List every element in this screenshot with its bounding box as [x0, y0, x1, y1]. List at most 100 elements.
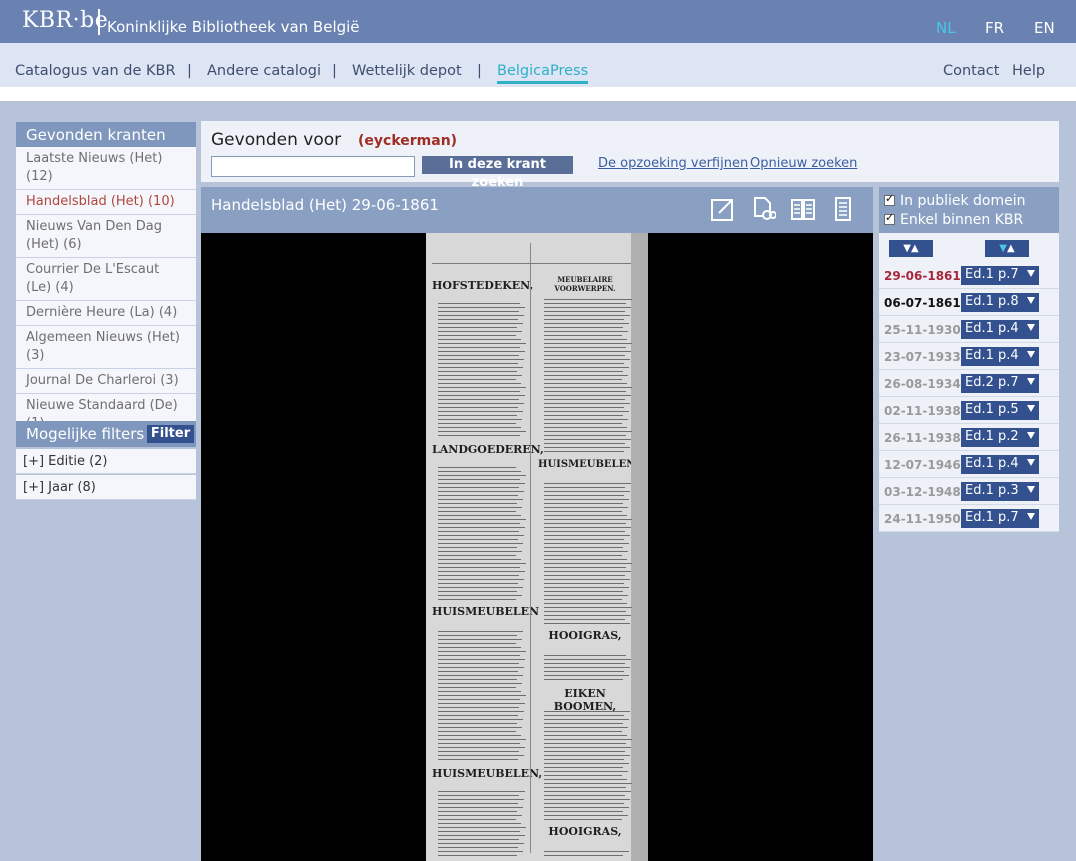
kbr-logo[interactable]: KBR·be: [22, 8, 108, 33]
text-line: [438, 303, 520, 304]
text-line: [438, 495, 518, 496]
text-line: [438, 343, 526, 344]
text-line: [544, 599, 622, 600]
text-line: [544, 343, 632, 344]
nav-andere-catalogi[interactable]: Andere catalogi: [207, 63, 321, 79]
text-line: [544, 331, 628, 332]
filter-button[interactable]: Filter: [147, 425, 194, 443]
date-link[interactable]: 02-11-1938: [884, 404, 961, 418]
edition-select[interactable]: Ed.1 p.2: [961, 428, 1039, 447]
chevron-down-icon: [1027, 405, 1035, 412]
lang-nl[interactable]: NL: [936, 19, 956, 37]
text-line: [544, 763, 629, 764]
text-line: [438, 331, 522, 332]
refine-search-link[interactable]: De opzoeking verfijnen: [598, 156, 748, 171]
date-row: 26-08-1934 Ed.2 p.7: [879, 370, 1059, 397]
page-heading: EIKEN BOOMEN,: [553, 687, 617, 713]
list-item[interactable]: Handelsblad (Het) (10): [16, 190, 196, 215]
newspaper-viewer[interactable]: HOFSTEDEKEN, LANDGOEDEREN, HUISMEUBELEN …: [201, 233, 873, 861]
text-line: [438, 831, 520, 832]
text-line: [544, 567, 626, 568]
chevron-down-icon: [1027, 513, 1035, 520]
text-line: [438, 631, 523, 632]
text-line: [438, 635, 517, 636]
text-line: [438, 687, 516, 688]
site-title: Koninklijke Bibliotheek van België: [107, 18, 360, 36]
edition-select[interactable]: Ed.1 p.3: [961, 482, 1039, 501]
text-line: [544, 495, 624, 496]
checkbox-icon[interactable]: [884, 192, 895, 206]
text-line: [438, 319, 518, 320]
search-in-paper-button[interactable]: In deze krant zoeken: [422, 156, 573, 190]
text-line: [438, 367, 523, 368]
checkbox-icon[interactable]: [884, 211, 895, 225]
date-link[interactable]: 25-11-1930: [884, 323, 961, 337]
date-link[interactable]: 26-11-1938: [884, 431, 961, 445]
list-item[interactable]: Courrier De L'Escaut (Le) (4): [16, 258, 196, 301]
date-link[interactable]: 06-07-1861: [884, 296, 961, 310]
edition-select[interactable]: Ed.1 p.5: [961, 401, 1039, 420]
text-line: [544, 383, 627, 384]
new-search-link[interactable]: Opnieuw zoeken: [750, 156, 857, 171]
sort-edition-button[interactable]: ▼▲: [985, 240, 1029, 257]
filter-editie[interactable]: [+] Editie (2): [16, 449, 196, 474]
date-link[interactable]: 23-07-1933: [884, 350, 961, 364]
book-icon[interactable]: [790, 196, 816, 222]
list-item[interactable]: Journal De Charleroi (3): [16, 369, 196, 394]
list-item[interactable]: Dernière Heure (La) (4): [16, 301, 196, 326]
date-link[interactable]: 26-08-1934: [884, 377, 961, 391]
clip-icon[interactable]: [750, 196, 776, 222]
lang-en[interactable]: EN: [1034, 19, 1055, 37]
edition-select[interactable]: Ed.1 p.8: [961, 293, 1039, 312]
date-link[interactable]: 12-07-1946: [884, 458, 961, 472]
list-item[interactable]: Laatste Nieuws (Het) (12): [16, 147, 196, 190]
edition-select[interactable]: Ed.1 p.7: [961, 266, 1039, 285]
date-link[interactable]: 03-12-1948: [884, 485, 961, 499]
text-line: [544, 307, 631, 308]
date-link[interactable]: 24-11-1950: [884, 512, 961, 526]
public-domain-option[interactable]: In publiek domein: [884, 192, 1026, 209]
sort-date-button[interactable]: ▼▲: [889, 240, 933, 257]
page-heading: HOOIGRAS,: [548, 825, 622, 838]
text-line: [438, 555, 516, 556]
edition-select[interactable]: Ed.1 p.4: [961, 320, 1039, 339]
text-icon[interactable]: [830, 196, 856, 222]
edition-select[interactable]: Ed.1 p.7: [961, 509, 1039, 528]
search-input[interactable]: [211, 156, 415, 177]
edition-select[interactable]: Ed.2 p.7: [961, 374, 1039, 393]
text-line: [438, 407, 518, 408]
text-line: [544, 791, 631, 792]
lang-fr[interactable]: FR: [985, 19, 1004, 37]
edition-select[interactable]: Ed.1 p.4: [961, 347, 1039, 366]
text-line: [438, 523, 520, 524]
nav-wettelijk-depot[interactable]: Wettelijk depot: [352, 63, 462, 79]
list-item[interactable]: Algemeen Nieuws (Het) (3): [16, 326, 196, 369]
text-line: [544, 439, 631, 440]
chevron-down-icon: [1027, 324, 1035, 331]
text-line: [438, 515, 521, 516]
nav-contact[interactable]: Contact: [943, 63, 999, 79]
text-line: [438, 751, 519, 752]
nav-belgicapress[interactable]: BelgicaPress: [497, 63, 589, 84]
text-line: [438, 395, 525, 396]
page-heading: HOFSTEDEKEN,: [432, 279, 534, 292]
edition-select[interactable]: Ed.1 p.4: [961, 455, 1039, 474]
filter-jaar[interactable]: [+] Jaar (8): [16, 475, 196, 500]
page-heading: HOOIGRAS,: [548, 629, 622, 642]
text-line: [544, 807, 629, 808]
expand-icon[interactable]: [710, 196, 736, 222]
text-line: [438, 375, 522, 376]
nav-help[interactable]: Help: [1012, 63, 1045, 79]
list-item[interactable]: Nieuws Van Den Dag (Het) (6): [16, 215, 196, 258]
kbr-only-option[interactable]: Enkel binnen KBR: [884, 211, 1023, 228]
text-line: [544, 851, 629, 852]
date-link[interactable]: 29-06-1861: [884, 269, 961, 283]
text-line: [544, 571, 631, 572]
text-line: [544, 335, 622, 336]
nav-catalogus[interactable]: Catalogus van de KBR: [15, 63, 176, 79]
text-line: [544, 711, 630, 712]
main-nav: Catalogus van de KBR | Andere catalogi |…: [0, 43, 1076, 87]
newspaper-page[interactable]: HOFSTEDEKEN, LANDGOEDEREN, HUISMEUBELEN …: [426, 233, 648, 861]
text-line: [544, 323, 629, 324]
text-line: [438, 475, 526, 476]
